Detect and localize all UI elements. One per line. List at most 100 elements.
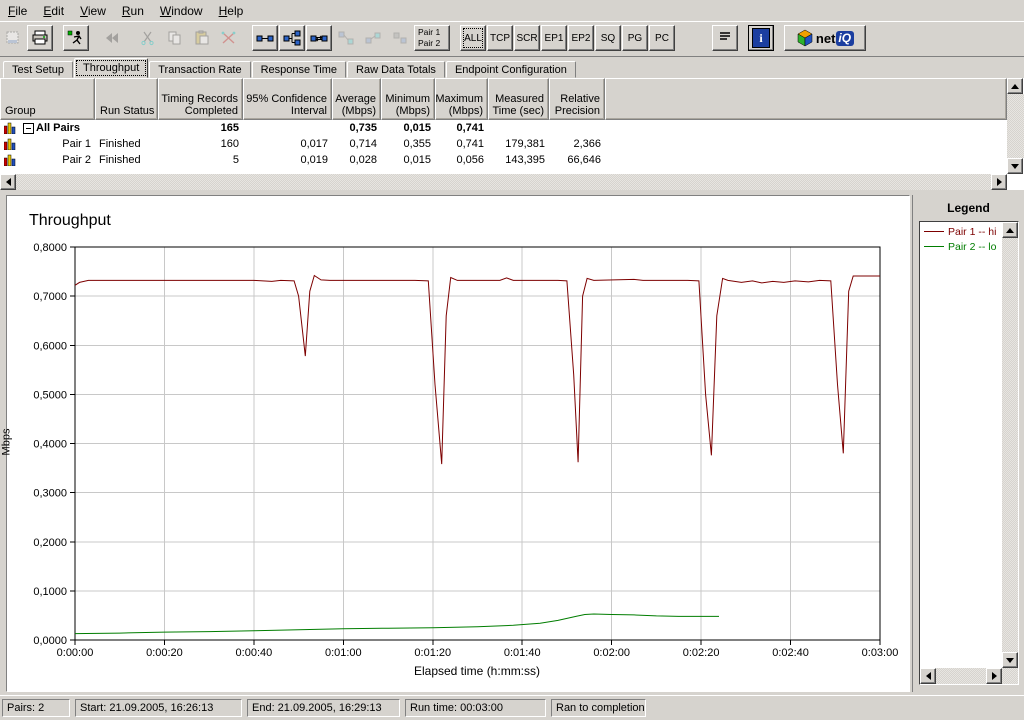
legend-horizontal-scrollbar[interactable] — [920, 668, 1002, 684]
legend-item[interactable]: Pair 2 -- lo — [922, 239, 1001, 254]
netiq-cube-icon — [797, 29, 813, 47]
down-arrow-icon — [1011, 163, 1019, 169]
table-row[interactable]: All Pairs 165 0,735 0,015 0,741 — [0, 120, 1007, 136]
group-cell: Pair 1 — [0, 138, 95, 150]
paste-button[interactable] — [189, 25, 215, 51]
column-header[interactable]: Average (Mbps) — [332, 78, 381, 120]
filter-ep2-button[interactable]: EP2 — [568, 25, 594, 51]
scroll-track[interactable] — [16, 174, 991, 190]
copy-button[interactable] — [162, 25, 188, 51]
column-header[interactable]: Maximum (Mbps) — [435, 78, 488, 120]
value-cell: 179,381 — [505, 138, 545, 150]
table-row[interactable]: Pair 2 Finished 5 0,019 0,028 0,015 0,056 143,3… — [0, 152, 1007, 168]
pair-option-1-button[interactable] — [333, 25, 359, 51]
column-header[interactable]: Minimum (Mbps) — [381, 78, 435, 120]
column-header[interactable]: Group — [0, 78, 95, 120]
scroll-down-button[interactable] — [1007, 158, 1023, 174]
scroll-track[interactable] — [1002, 238, 1018, 652]
scroll-up-button[interactable] — [1007, 78, 1023, 94]
value-cell: 0,019 — [300, 154, 328, 166]
menu-edit[interactable]: Edit — [35, 1, 72, 21]
tab-transaction-rate[interactable]: Transaction Rate — [149, 61, 251, 78]
scroll-up-button[interactable] — [1002, 222, 1018, 238]
scroll-right-button[interactable] — [986, 668, 1002, 684]
add-pair-group-button[interactable] — [279, 25, 305, 51]
info-icon: i — [752, 28, 770, 48]
scroll-down-button[interactable] — [1002, 652, 1018, 668]
legend-items: Pair 1 -- hi Pair 2 -- lo — [922, 224, 1001, 254]
menu-window[interactable]: Window — [152, 1, 211, 21]
paste-icon — [195, 30, 209, 45]
pair-list-button[interactable]: Pair 1 Pair 2 — [414, 25, 450, 51]
rewind-icon — [106, 33, 118, 43]
tab-raw-data-totals[interactable]: Raw Data Totals — [347, 61, 445, 78]
pair-hub-icon — [310, 35, 328, 42]
scroll-left-button[interactable] — [920, 668, 936, 684]
column-header[interactable]: 95% Confidence Interval — [243, 78, 332, 120]
down-arrow-icon — [1006, 657, 1014, 663]
run-test-button[interactable] — [63, 25, 89, 51]
view-option-button[interactable] — [685, 25, 711, 51]
svg-text:0,1000: 0,1000 — [33, 586, 67, 598]
menu-file[interactable]: File — [0, 1, 35, 21]
new-report-icon — [6, 31, 19, 44]
scroll-track[interactable] — [936, 668, 986, 684]
up-arrow-icon — [1011, 83, 1019, 89]
runner-icon — [67, 30, 82, 45]
menu-view[interactable]: View — [72, 1, 114, 21]
filter-tcp-button[interactable]: TCP — [487, 25, 513, 51]
filter-pc-button[interactable]: PC — [649, 25, 675, 51]
delete-x-icon — [221, 31, 236, 44]
column-header[interactable]: Timing Records Completed — [158, 78, 243, 120]
print-button[interactable] — [27, 25, 53, 51]
legend-item[interactable]: Pair 1 -- hi — [922, 224, 1001, 239]
filter-pg-button[interactable]: PG — [622, 25, 648, 51]
lines-icon — [720, 32, 730, 40]
collapse-expander[interactable] — [23, 122, 34, 134]
svg-text:0:01:40: 0:01:40 — [504, 647, 541, 659]
pair-option-2-button[interactable] — [360, 25, 386, 51]
filter-ep1-button[interactable]: EP1 — [541, 25, 567, 51]
filter-scr-button[interactable]: SCR — [514, 25, 540, 51]
menu-run[interactable]: Run — [114, 1, 152, 21]
delete-button[interactable] — [216, 25, 242, 51]
legend-vertical-scrollbar[interactable] — [1002, 222, 1018, 668]
add-multicast-pair-button[interactable] — [306, 25, 332, 51]
pair-faded-2-icon — [365, 32, 381, 44]
value-cell: 0,015 — [403, 154, 431, 166]
filter-all-button[interactable]: ALL — [460, 25, 486, 51]
svg-text:0:02:00: 0:02:00 — [593, 647, 630, 659]
new-report-button[interactable] — [0, 25, 26, 51]
tabbar: Test Setup Throughput Transaction Rate Resp… — [0, 58, 1024, 78]
tab-endpoint-configuration[interactable]: Endpoint Configuration — [445, 61, 576, 78]
pair-link-icon — [256, 35, 274, 42]
tab-test-setup[interactable]: Test Setup — [3, 61, 73, 78]
bar-chart-icon — [4, 122, 16, 134]
scroll-track[interactable] — [1007, 94, 1024, 158]
scroll-right-button[interactable] — [991, 174, 1007, 190]
show-lines-button[interactable] — [712, 25, 738, 51]
column-header[interactable]: Measured Time (sec) — [488, 78, 549, 120]
filter-sq-button[interactable]: SQ — [595, 25, 621, 51]
column-header-filler — [605, 78, 1007, 120]
column-header[interactable]: Relative Precision — [549, 78, 605, 120]
cut-button[interactable] — [135, 25, 161, 51]
svg-text:0,0000: 0,0000 — [33, 635, 67, 647]
table-vertical-scrollbar[interactable] — [1007, 78, 1024, 174]
help-info-button[interactable]: i — [748, 25, 774, 51]
table-row[interactable]: Pair 1 Finished 160 0,017 0,714 0,355 0,741 179… — [0, 136, 1007, 152]
throughput-line-chart: 0:00:00 0:00:20 0:00:40 0:01:00 0:01:20 0:01:… — [33, 242, 898, 659]
menu-help[interactable]: Help — [211, 1, 252, 21]
value-cell: 2,366 — [573, 138, 601, 150]
column-header[interactable]: Run Status — [95, 78, 158, 120]
scroll-left-button[interactable] — [0, 174, 16, 190]
table-horizontal-scrollbar[interactable] — [0, 174, 1007, 190]
group-label: Pair 1 — [62, 138, 91, 150]
tab-response-time[interactable]: Response Time — [251, 61, 347, 78]
add-pair-button[interactable] — [252, 25, 278, 51]
tab-throughput[interactable]: Throughput — [73, 58, 149, 78]
menubar: File Edit View Run Window Help — [0, 0, 1024, 22]
pair-option-3-button[interactable] — [387, 25, 413, 51]
right-arrow-icon — [991, 672, 997, 680]
stop-run-button[interactable] — [99, 25, 125, 51]
